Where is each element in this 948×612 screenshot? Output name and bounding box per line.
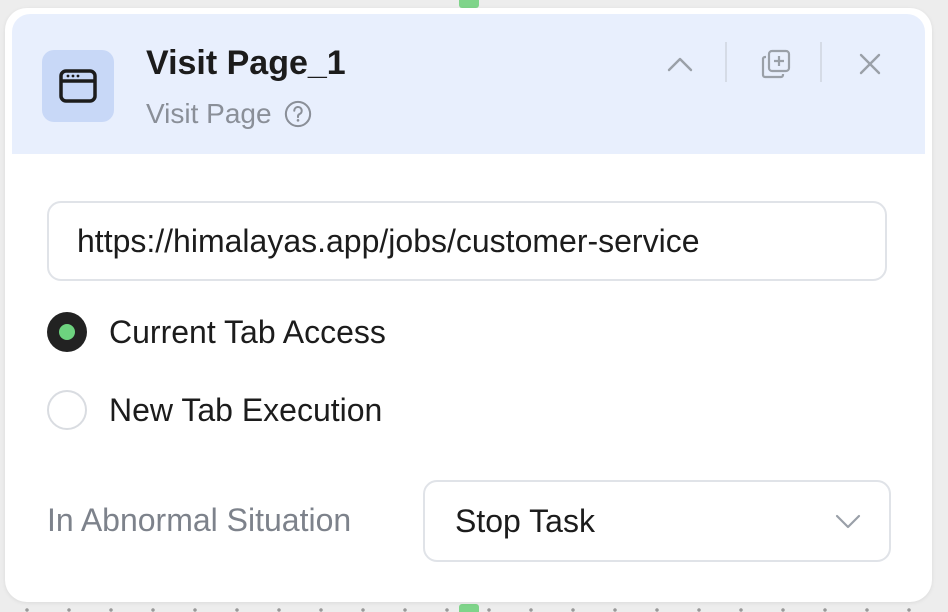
visit-page-node-card: Visit Page_1 Visit Page https://himalaya…	[5, 8, 932, 602]
radio-checked[interactable]	[47, 312, 87, 352]
top-connector[interactable]	[459, 0, 479, 8]
radio-unchecked[interactable]	[47, 390, 87, 430]
node-header: Visit Page_1 Visit Page	[12, 14, 925, 154]
collapse-button[interactable]	[660, 44, 700, 84]
radio-label: Current Tab Access	[109, 313, 386, 350]
chevron-down-icon	[833, 506, 863, 536]
node-subtitle-row: Visit Page	[146, 98, 312, 130]
node-title: Visit Page_1	[146, 44, 346, 82]
node-subtitle: Visit Page	[146, 98, 272, 129]
duplicate-button[interactable]	[756, 44, 796, 84]
question-circle-icon[interactable]	[284, 100, 312, 128]
browser-window-icon	[42, 50, 114, 122]
select-value: Stop Task	[455, 502, 595, 539]
duplicate-icon	[761, 49, 791, 79]
url-input[interactable]	[47, 201, 887, 281]
close-icon	[859, 53, 881, 75]
abnormal-action-select[interactable]: Stop Task	[423, 480, 891, 562]
abnormal-situation-label: In Abnormal Situation	[47, 502, 352, 538]
header-divider	[725, 42, 727, 82]
radio-new-tab[interactable]: New Tab Execution	[47, 390, 382, 430]
close-button[interactable]	[850, 44, 890, 84]
bottom-connector[interactable]	[459, 604, 479, 612]
radio-current-tab[interactable]: Current Tab Access	[47, 312, 386, 352]
chevron-up-icon	[667, 57, 693, 72]
header-divider	[820, 42, 822, 82]
radio-label: New Tab Execution	[109, 391, 383, 428]
